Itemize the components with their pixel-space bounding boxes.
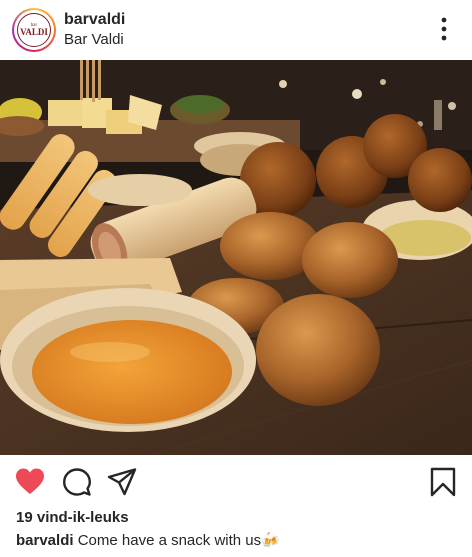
post-header: bar VALDI barvaldi Bar Valdi	[0, 0, 472, 60]
post-username[interactable]: barvaldi	[64, 11, 125, 29]
post-caption: barvaldi Come have a snack with us🍻	[16, 531, 280, 549]
share-icon[interactable]	[107, 467, 137, 497]
likes-count[interactable]: 19 vind-ik-leuks	[16, 509, 129, 526]
post-location[interactable]: Bar Valdi	[64, 31, 124, 48]
bookmark-icon[interactable]	[428, 467, 458, 497]
post-actions-bar	[0, 455, 472, 509]
heart-icon[interactable]	[15, 467, 45, 497]
bar-valdi-logo: bar VALDI	[17, 13, 51, 47]
avatar[interactable]: bar VALDI	[12, 8, 56, 52]
post-photo[interactable]	[0, 60, 472, 455]
caption-emoji: 🍻	[261, 532, 280, 549]
caption-username[interactable]: barvaldi	[16, 532, 74, 549]
more-options-icon[interactable]	[432, 14, 456, 44]
caption-text: Come have a snack with us	[77, 532, 262, 549]
food-platter-image	[0, 60, 472, 455]
comment-icon[interactable]	[62, 467, 92, 497]
